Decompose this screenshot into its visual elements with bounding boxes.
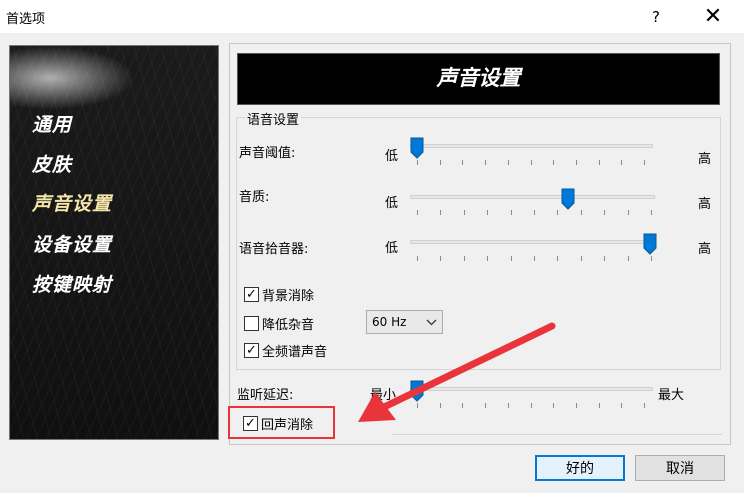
- slider-tick: [439, 160, 441, 165]
- sidebar-item-general[interactable]: 通用: [32, 110, 72, 137]
- sidebar-item-skin[interactable]: 皮肤: [32, 150, 72, 177]
- slider-tick: [604, 256, 606, 261]
- slider-tick: [510, 256, 512, 261]
- pickup-label: 语音拾音器:: [239, 242, 309, 257]
- slider-tick: [651, 256, 652, 261]
- threshold-slider-thumb[interactable]: [410, 137, 424, 159]
- slider-tick: [627, 256, 629, 261]
- slider-tick: [485, 160, 487, 165]
- bottom-separator: [392, 434, 722, 435]
- quality-min-label: 低: [385, 196, 399, 211]
- slider-tick: [440, 256, 442, 261]
- group-label: 语音设置: [245, 109, 302, 128]
- checkbox-box[interactable]: [244, 316, 259, 331]
- banner-title: 声音设置: [436, 65, 521, 90]
- pickup-max-label: 高: [698, 242, 712, 257]
- slider-tick: [417, 256, 418, 261]
- slider-tick: [534, 256, 535, 261]
- slider-tick: [575, 403, 577, 408]
- checkbox-box[interactable]: ✓: [244, 343, 259, 358]
- window-title: 首选项: [6, 12, 46, 27]
- slider-tick: [510, 210, 512, 215]
- checkbox-label: 背景消除: [262, 289, 315, 304]
- checkbox-box[interactable]: ✓: [244, 287, 259, 302]
- slider-tick: [644, 160, 645, 165]
- slider-tick: [553, 160, 555, 165]
- slider-tick: [534, 210, 535, 215]
- quality-label: 音质:: [239, 190, 270, 205]
- sidebar-item-device-settings[interactable]: 设备设置: [32, 230, 112, 257]
- slider-tick: [463, 256, 465, 261]
- slider-tick: [621, 403, 623, 408]
- slider-tick: [417, 160, 418, 165]
- help-button[interactable]: ?: [640, 0, 672, 33]
- slider-tick: [651, 210, 652, 215]
- background-elimination-checkbox[interactable]: ✓ 背景消除: [244, 285, 314, 304]
- latency-label: 监听延迟:: [237, 388, 294, 403]
- slider-tick: [487, 256, 489, 261]
- slider-tick: [462, 160, 464, 165]
- slider-tick: [507, 160, 509, 165]
- checkbox-label: 全频谱声音: [262, 345, 328, 360]
- group-frame-top: [236, 117, 721, 118]
- threshold-max-label: 高: [698, 152, 712, 167]
- slider-tick: [575, 160, 577, 165]
- slider-tick: [621, 160, 623, 165]
- pickup-min-label: 低: [385, 241, 399, 256]
- latency-max-label: 最大: [658, 388, 685, 403]
- slider-tick: [627, 210, 629, 215]
- sidebar-item-sound-settings[interactable]: 声音设置: [32, 189, 112, 216]
- slider-tick: [557, 210, 559, 215]
- quality-slider-track[interactable]: [410, 195, 655, 199]
- slider-tick: [417, 210, 418, 215]
- slider-tick: [598, 403, 600, 408]
- sidebar-item-key-mapping[interactable]: 按键映射: [32, 270, 112, 297]
- pickup-slider-track[interactable]: [410, 240, 655, 244]
- section-banner: 声音设置: [237, 53, 720, 105]
- slider-tick: [644, 403, 645, 408]
- sidebar: 通用 皮肤 声音设置 设备设置 按键映射: [9, 45, 219, 440]
- full-spectrum-checkbox[interactable]: ✓ 全频谱声音: [244, 341, 327, 360]
- slider-tick: [598, 160, 600, 165]
- pickup-slider-ticks: [417, 256, 652, 261]
- quality-slider-thumb[interactable]: [561, 188, 575, 210]
- slider-tick: [487, 210, 489, 215]
- quality-slider-ticks: [417, 210, 652, 215]
- slider-tick: [530, 160, 532, 165]
- group-frame-left: [236, 117, 237, 369]
- title-bar: 首选项 ? ✕: [0, 0, 744, 33]
- cancel-button[interactable]: 取消: [635, 455, 725, 481]
- threshold-label: 声音阈值:: [239, 146, 296, 161]
- slider-tick: [463, 210, 465, 215]
- slider-tick: [604, 210, 606, 215]
- noise-reduction-checkbox[interactable]: 降低杂音: [244, 314, 314, 333]
- slider-tick: [557, 256, 559, 261]
- threshold-slider-track[interactable]: [410, 144, 653, 148]
- annotation-arrow-icon: [358, 322, 556, 422]
- slider-tick: [440, 210, 442, 215]
- annotation-highlight-box: [228, 406, 335, 439]
- checkbox-label: 降低杂音: [262, 318, 315, 333]
- group-frame-right: [720, 117, 721, 369]
- threshold-min-label: 低: [385, 149, 399, 164]
- ok-button[interactable]: 好的: [535, 455, 625, 481]
- slider-tick: [580, 210, 582, 215]
- threshold-slider-ticks: [417, 160, 645, 165]
- quality-max-label: 高: [698, 197, 712, 212]
- close-button[interactable]: ✕: [690, 0, 736, 33]
- pickup-slider-thumb[interactable]: [643, 233, 657, 255]
- slider-tick: [580, 256, 582, 261]
